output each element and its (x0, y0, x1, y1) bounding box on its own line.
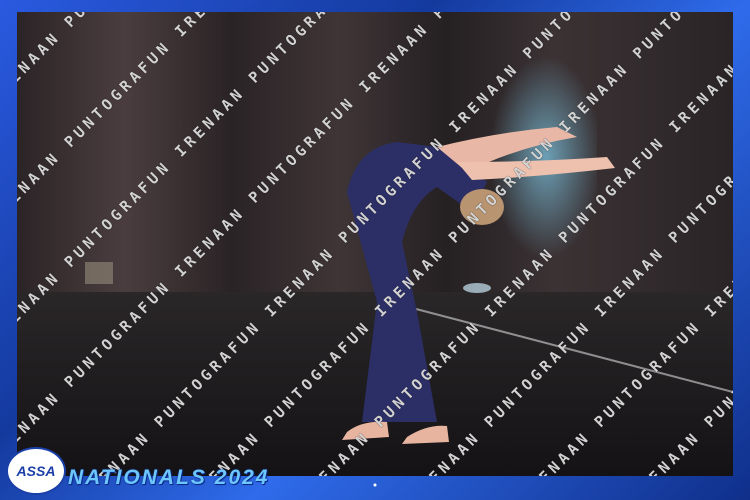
photo-frame: IRENAAN PUNTOGRAFUN IRENAAN PUNTOGRAFUN … (0, 0, 750, 500)
logo-icon: ASSA (6, 447, 66, 495)
floor-light (463, 283, 491, 293)
stage-scene (17, 12, 733, 476)
logo-text: ASSA (16, 463, 56, 479)
stage-photo: IRENAAN PUNTOGRAFUN IRENAAN PUNTOGRAFUN … (17, 12, 733, 476)
event-caption: NATIONALS 2024 (68, 466, 270, 489)
stage-light-box (85, 262, 113, 284)
